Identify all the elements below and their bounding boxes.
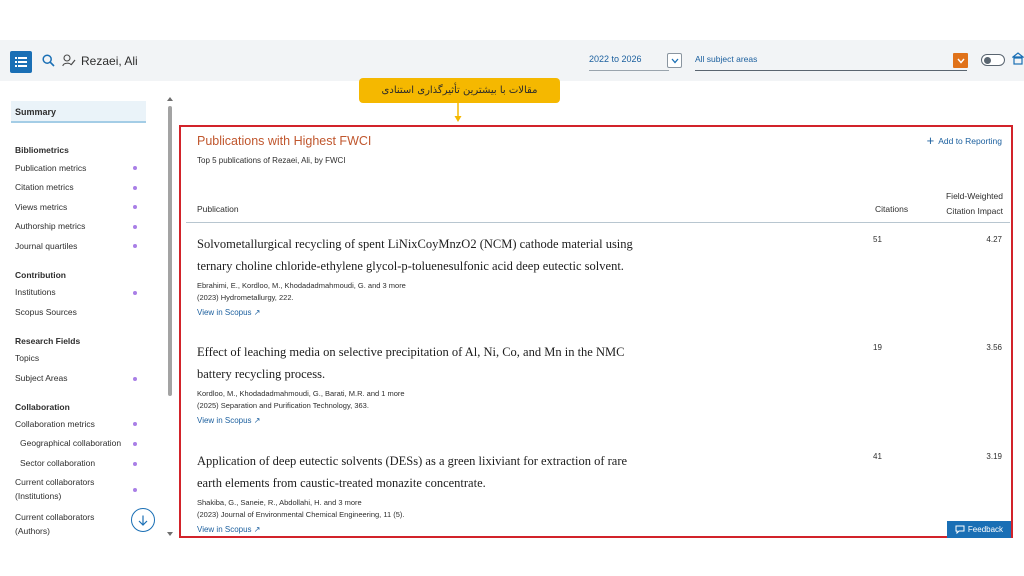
publication-title-line: Application of deep eutectic solvents (D… <box>197 454 628 468</box>
publication-authors: Kordloo, M., Khodadadmahmoudi, G., Barat… <box>197 389 405 398</box>
panel-subtitle: Top 5 publications of Rezaei, Ali, by FW… <box>197 156 346 165</box>
sidebar-section-contribution: Contribution <box>15 270 66 280</box>
sidebar-item-citation-metrics[interactable]: Citation metrics <box>15 180 74 194</box>
header-divider <box>186 222 1010 223</box>
sidebar-item-current-collaborators-institutions[interactable]: Current collaborators (Institutions) <box>15 475 120 503</box>
sidebar-item-summary[interactable]: Summary <box>11 101 146 123</box>
view-in-scopus-link[interactable]: View in Scopus ↗ <box>197 308 261 317</box>
menu-toggle-button[interactable] <box>10 51 32 73</box>
citations-value: 41 <box>873 452 882 461</box>
status-dot <box>133 186 137 190</box>
sidebar-scrollbar-thumb[interactable] <box>168 106 172 396</box>
publication-title-line: ternary choline chloride-ethylene glycol… <box>197 259 624 273</box>
citations-value: 19 <box>873 343 882 352</box>
chat-bubble-icon <box>955 525 965 534</box>
chevron-down-icon <box>671 58 678 63</box>
view-in-scopus-label: View in Scopus <box>197 525 252 534</box>
add-to-reporting-button[interactable]: + Add to Reporting <box>926 133 1002 148</box>
sidebar-item-topics[interactable]: Topics <box>15 351 39 365</box>
sidebar-item-authorship-metrics[interactable]: Authorship metrics <box>15 219 85 233</box>
sidebar-item-sector-collaboration[interactable]: Sector collaboration <box>20 456 95 470</box>
publication-title[interactable]: Effect of leaching media on selective pr… <box>197 341 677 385</box>
add-to-reporting-label: Add to Reporting <box>938 136 1002 146</box>
column-header-fwci-line2: Citation Impact <box>946 206 1003 216</box>
publication-source: (2023) Journal of Environmental Chemical… <box>197 510 405 519</box>
sidebar-item-institutions[interactable]: Institutions <box>15 285 56 299</box>
list-menu-icon <box>15 57 27 67</box>
plus-icon: + <box>926 133 935 148</box>
publications-panel: Publications with Highest FWCI Top 5 pub… <box>179 125 1013 538</box>
publication-source: (2025) Separation and Purification Techn… <box>197 401 369 410</box>
status-dot <box>133 462 137 466</box>
status-dot <box>133 205 137 209</box>
table-row: Application of deep eutectic solvents (D… <box>197 450 997 536</box>
sidebar-item-subject-areas[interactable]: Subject Areas <box>15 371 67 385</box>
sidebar-section-research-fields: Research Fields <box>15 336 81 346</box>
sidebar-item-journal-quartiles[interactable]: Journal quartiles <box>15 239 77 253</box>
chevron-down-icon <box>956 58 965 64</box>
publication-title[interactable]: Solvometallurgical recycling of spent Li… <box>197 233 677 277</box>
subject-area-select[interactable]: All subject areas <box>695 52 967 71</box>
column-header-fwci[interactable]: Field-Weighted Citation Impact <box>946 189 1003 219</box>
table-row: Solvometallurgical recycling of spent Li… <box>197 233 997 320</box>
search-icon[interactable] <box>42 54 55 67</box>
publication-title[interactable]: Application of deep eutectic solvents (D… <box>197 450 677 494</box>
date-range-dropdown-button[interactable] <box>667 53 682 68</box>
publication-title-line: battery recycling process. <box>197 367 326 381</box>
external-link-icon: ↗ <box>253 308 261 317</box>
column-header-citations[interactable]: Citations <box>875 204 908 214</box>
sidebar-section-collaboration: Collaboration <box>15 402 70 412</box>
table-row: Effect of leaching media on selective pr… <box>197 341 997 428</box>
status-dot <box>133 166 137 170</box>
status-dot <box>133 244 137 248</box>
status-dot <box>133 422 137 426</box>
scroll-down-arrow-icon[interactable] <box>166 530 174 538</box>
publication-authors: Ebrahimi, E., Kordloo, M., Khodadadmahmo… <box>197 281 406 290</box>
subject-area-dropdown-button[interactable] <box>953 53 968 68</box>
view-in-scopus-label: View in Scopus <box>197 308 252 317</box>
view-toggle-switch[interactable] <box>981 54 1005 66</box>
status-dot <box>133 377 137 381</box>
fwci-value: 4.27 <box>986 235 1002 244</box>
publication-authors: Shakiba, G., Saneie, R., Abdollahi, H. a… <box>197 498 362 507</box>
sidebar-item-geographical-collaboration[interactable]: Geographical collaboration <box>20 436 121 450</box>
fwci-value: 3.56 <box>986 343 1002 352</box>
sidebar-item-scopus-sources[interactable]: Scopus Sources <box>15 305 77 319</box>
fwci-value: 3.19 <box>986 452 1002 461</box>
status-dot <box>133 488 137 492</box>
publication-source: (2023) Hydrometallurgy, 222. <box>197 293 294 302</box>
annotation-callout: مقالات با بیشترین تأثیرگذاری استنادی <box>359 78 560 103</box>
scroll-up-arrow-icon[interactable] <box>166 95 174 103</box>
column-header-publication[interactable]: Publication <box>197 204 239 214</box>
column-header-fwci-line1: Field-Weighted <box>945 191 1003 201</box>
publication-title-line: Solvometallurgical recycling of spent Li… <box>197 237 633 251</box>
author-name: Rezaei, Ali <box>81 54 138 68</box>
publication-title-line: earth elements from caustic-treated mona… <box>197 476 486 490</box>
external-link-icon: ↗ <box>253 525 261 534</box>
callout-arrow-icon <box>454 103 462 122</box>
feedback-label: Feedback <box>967 525 1004 534</box>
user-edit-icon[interactable] <box>62 54 76 67</box>
arrow-down-icon <box>138 515 148 526</box>
panel-title: Publications with Highest FWCI <box>197 134 372 148</box>
status-dot <box>133 291 137 295</box>
scroll-down-button[interactable] <box>131 508 155 532</box>
feedback-button[interactable]: Feedback <box>947 521 1011 538</box>
sidebar-item-collaboration-metrics[interactable]: Collaboration metrics <box>15 417 95 431</box>
sidebar-item-publication-metrics[interactable]: Publication metrics <box>15 161 86 175</box>
status-dot <box>133 225 137 229</box>
publication-title-line: Effect of leaching media on selective pr… <box>197 345 625 359</box>
sidebar-item-current-collaborators-authors[interactable]: Current collaborators (Authors) <box>15 510 120 538</box>
sidebar-item-views-metrics[interactable]: Views metrics <box>15 200 67 214</box>
view-in-scopus-link[interactable]: View in Scopus ↗ <box>197 416 261 425</box>
view-in-scopus-label: View in Scopus <box>197 416 252 425</box>
institution-icon[interactable] <box>1012 52 1024 66</box>
date-range-select[interactable]: 2022 to 2026 <box>589 52 669 71</box>
status-dot <box>133 442 137 446</box>
citations-value: 51 <box>873 235 882 244</box>
external-link-icon: ↗ <box>253 416 261 425</box>
view-in-scopus-link[interactable]: View in Scopus ↗ <box>197 525 261 534</box>
sidebar-section-bibliometrics: Bibliometrics <box>15 145 69 155</box>
